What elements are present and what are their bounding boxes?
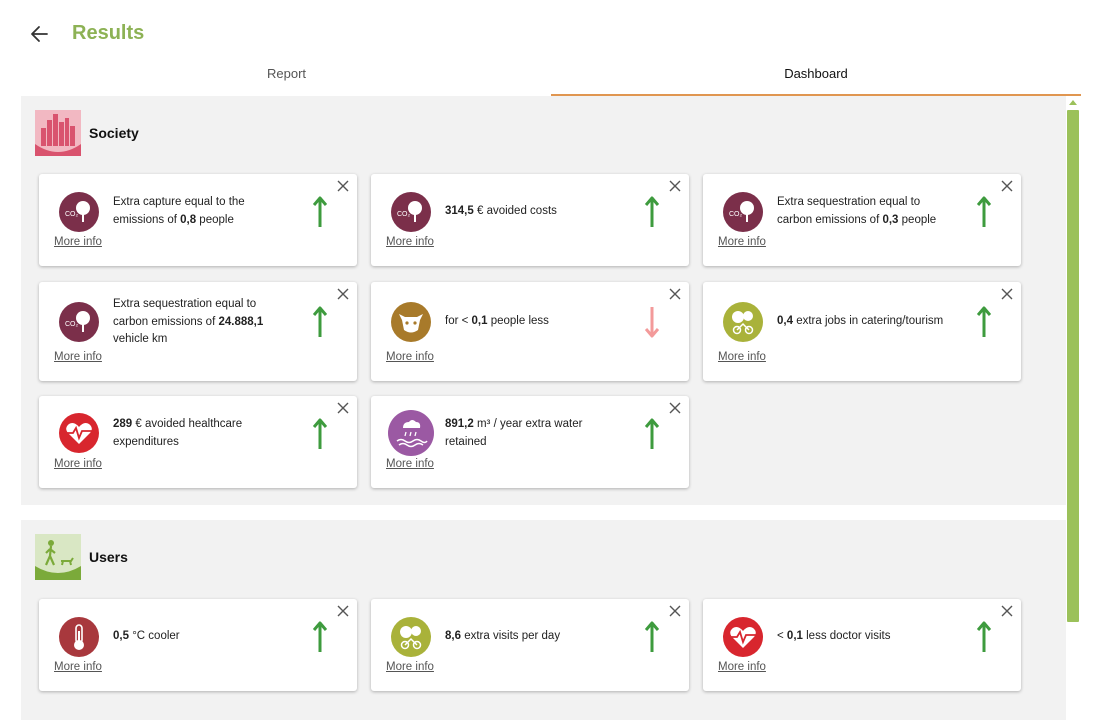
section-society: Society CO₂ Extra capture equal to the e… xyxy=(21,96,1066,505)
more-info-link[interactable]: More info xyxy=(386,458,434,470)
indicator-text: < 0,1 less doctor visits xyxy=(777,630,891,642)
indicator-card: CO₂ Extra sequestration equal to carbon … xyxy=(703,174,1021,266)
indicator-card: 0,4 extra jobs in catering/tourism More … xyxy=(703,282,1021,381)
dashboard-content[interactable]: Society CO₂ Extra capture equal to the e… xyxy=(21,96,1081,720)
indicator-card: for < 0,1 people less More info xyxy=(371,282,689,381)
heartbeat-icon xyxy=(723,617,763,657)
tab-report[interactable]: Report xyxy=(22,62,551,94)
co2-tree-icon: CO₂ xyxy=(391,192,431,232)
close-icon[interactable] xyxy=(337,288,349,300)
thermometer-icon xyxy=(59,617,99,657)
close-icon[interactable] xyxy=(1001,180,1013,192)
up-arrow-icon xyxy=(645,418,659,449)
more-info-link[interactable]: More info xyxy=(386,661,434,673)
top-bar: Results xyxy=(0,0,1113,64)
more-info-link[interactable]: More info xyxy=(386,236,434,248)
up-arrow-icon xyxy=(977,306,991,337)
indicator-card: CO₂ Extra capture equal to the emissions… xyxy=(39,174,357,266)
indicator-text: 8,6 extra visits per day xyxy=(445,630,561,642)
up-arrow-icon xyxy=(313,621,327,652)
close-icon[interactable] xyxy=(669,180,681,192)
section-users: Users 0,5 °C cooler More info 8,6 extra … xyxy=(21,520,1066,720)
scroll-up-arrow-icon[interactable] xyxy=(1069,100,1077,105)
more-info-link[interactable]: More info xyxy=(54,458,102,470)
cyclist-tree-icon xyxy=(723,302,763,342)
section-title: Users xyxy=(89,549,128,565)
co2-tree-icon: CO₂ xyxy=(723,192,763,232)
more-info-link[interactable]: More info xyxy=(54,351,102,363)
indicator-card: CO₂ Extra sequestration equal to carbon … xyxy=(39,282,357,381)
close-icon[interactable] xyxy=(337,180,349,192)
up-arrow-icon xyxy=(977,621,991,652)
indicator-card: 0,5 °C cooler More info xyxy=(39,599,357,691)
down-arrow-icon xyxy=(645,307,659,338)
indicator-text: 0,4 extra jobs in catering/tourism xyxy=(777,315,944,327)
section-title: Society xyxy=(89,125,139,141)
indicator-card: 891,2 m³ / year extra water retained Mor… xyxy=(371,396,689,488)
tab-dashboard[interactable]: Dashboard xyxy=(551,62,1081,96)
tab-bar: Report Dashboard xyxy=(22,62,1081,96)
more-info-link[interactable]: More info xyxy=(718,351,766,363)
close-icon[interactable] xyxy=(1001,288,1013,300)
up-arrow-icon xyxy=(645,196,659,227)
up-arrow-icon xyxy=(977,196,991,227)
city-skyline-icon xyxy=(35,110,81,156)
indicator-card: < 0,1 less doctor visits More info xyxy=(703,599,1021,691)
water-retention-icon xyxy=(388,410,434,456)
up-arrow-icon xyxy=(313,196,327,227)
close-icon[interactable] xyxy=(669,402,681,414)
more-info-link[interactable]: More info xyxy=(54,236,102,248)
svg-text:CO₂: CO₂ xyxy=(397,211,411,218)
indicator-card: 289 € avoided healthcare expenditures Mo… xyxy=(39,396,357,488)
svg-text:CO₂: CO₂ xyxy=(65,211,79,218)
indicator-card: CO₂ 314,5 € avoided costs More info xyxy=(371,174,689,266)
back-arrow-icon[interactable] xyxy=(28,22,52,46)
indicator-text: Extra capture equal to the emissions of … xyxy=(113,196,245,226)
co2-tree-icon: CO₂ xyxy=(59,302,99,342)
close-icon[interactable] xyxy=(669,605,681,617)
co2-tree-icon: CO₂ xyxy=(59,192,99,232)
more-info-link[interactable]: More info xyxy=(386,351,434,363)
indicator-text: Extra sequestration equal to carbon emis… xyxy=(777,196,937,226)
up-arrow-icon xyxy=(313,306,327,337)
indicator-text: Extra sequestration equal to carbon emis… xyxy=(113,298,264,345)
svg-text:CO₂: CO₂ xyxy=(65,321,79,328)
indicator-text: 0,5 °C cooler xyxy=(113,630,180,642)
close-icon[interactable] xyxy=(1001,605,1013,617)
section-header: Users xyxy=(35,534,335,580)
indicator-text: 314,5 € avoided costs xyxy=(445,205,557,217)
up-arrow-icon xyxy=(645,621,659,652)
cyclist-tree-icon xyxy=(391,617,431,657)
indicator-text: 289 € avoided healthcare expenditures xyxy=(113,418,243,448)
heartbeat-icon xyxy=(59,413,99,453)
indicator-text: for < 0,1 people less xyxy=(445,315,549,327)
close-icon[interactable] xyxy=(337,402,349,414)
close-icon[interactable] xyxy=(337,605,349,617)
more-info-link[interactable]: More info xyxy=(54,661,102,673)
svg-text:CO₂: CO₂ xyxy=(729,211,743,218)
up-arrow-icon xyxy=(313,418,327,449)
more-info-link[interactable]: More info xyxy=(718,661,766,673)
walker-dog-icon xyxy=(35,534,81,580)
more-info-link[interactable]: More info xyxy=(718,236,766,248)
scrollbar-thumb[interactable] xyxy=(1067,110,1079,622)
page-title: Results xyxy=(72,22,145,44)
cow-icon xyxy=(391,302,431,342)
indicator-card: 8,6 extra visits per day More info xyxy=(371,599,689,691)
close-icon[interactable] xyxy=(669,288,681,300)
section-header: Society xyxy=(35,110,335,156)
indicator-text: 891,2 m³ / year extra water retained xyxy=(445,418,583,448)
